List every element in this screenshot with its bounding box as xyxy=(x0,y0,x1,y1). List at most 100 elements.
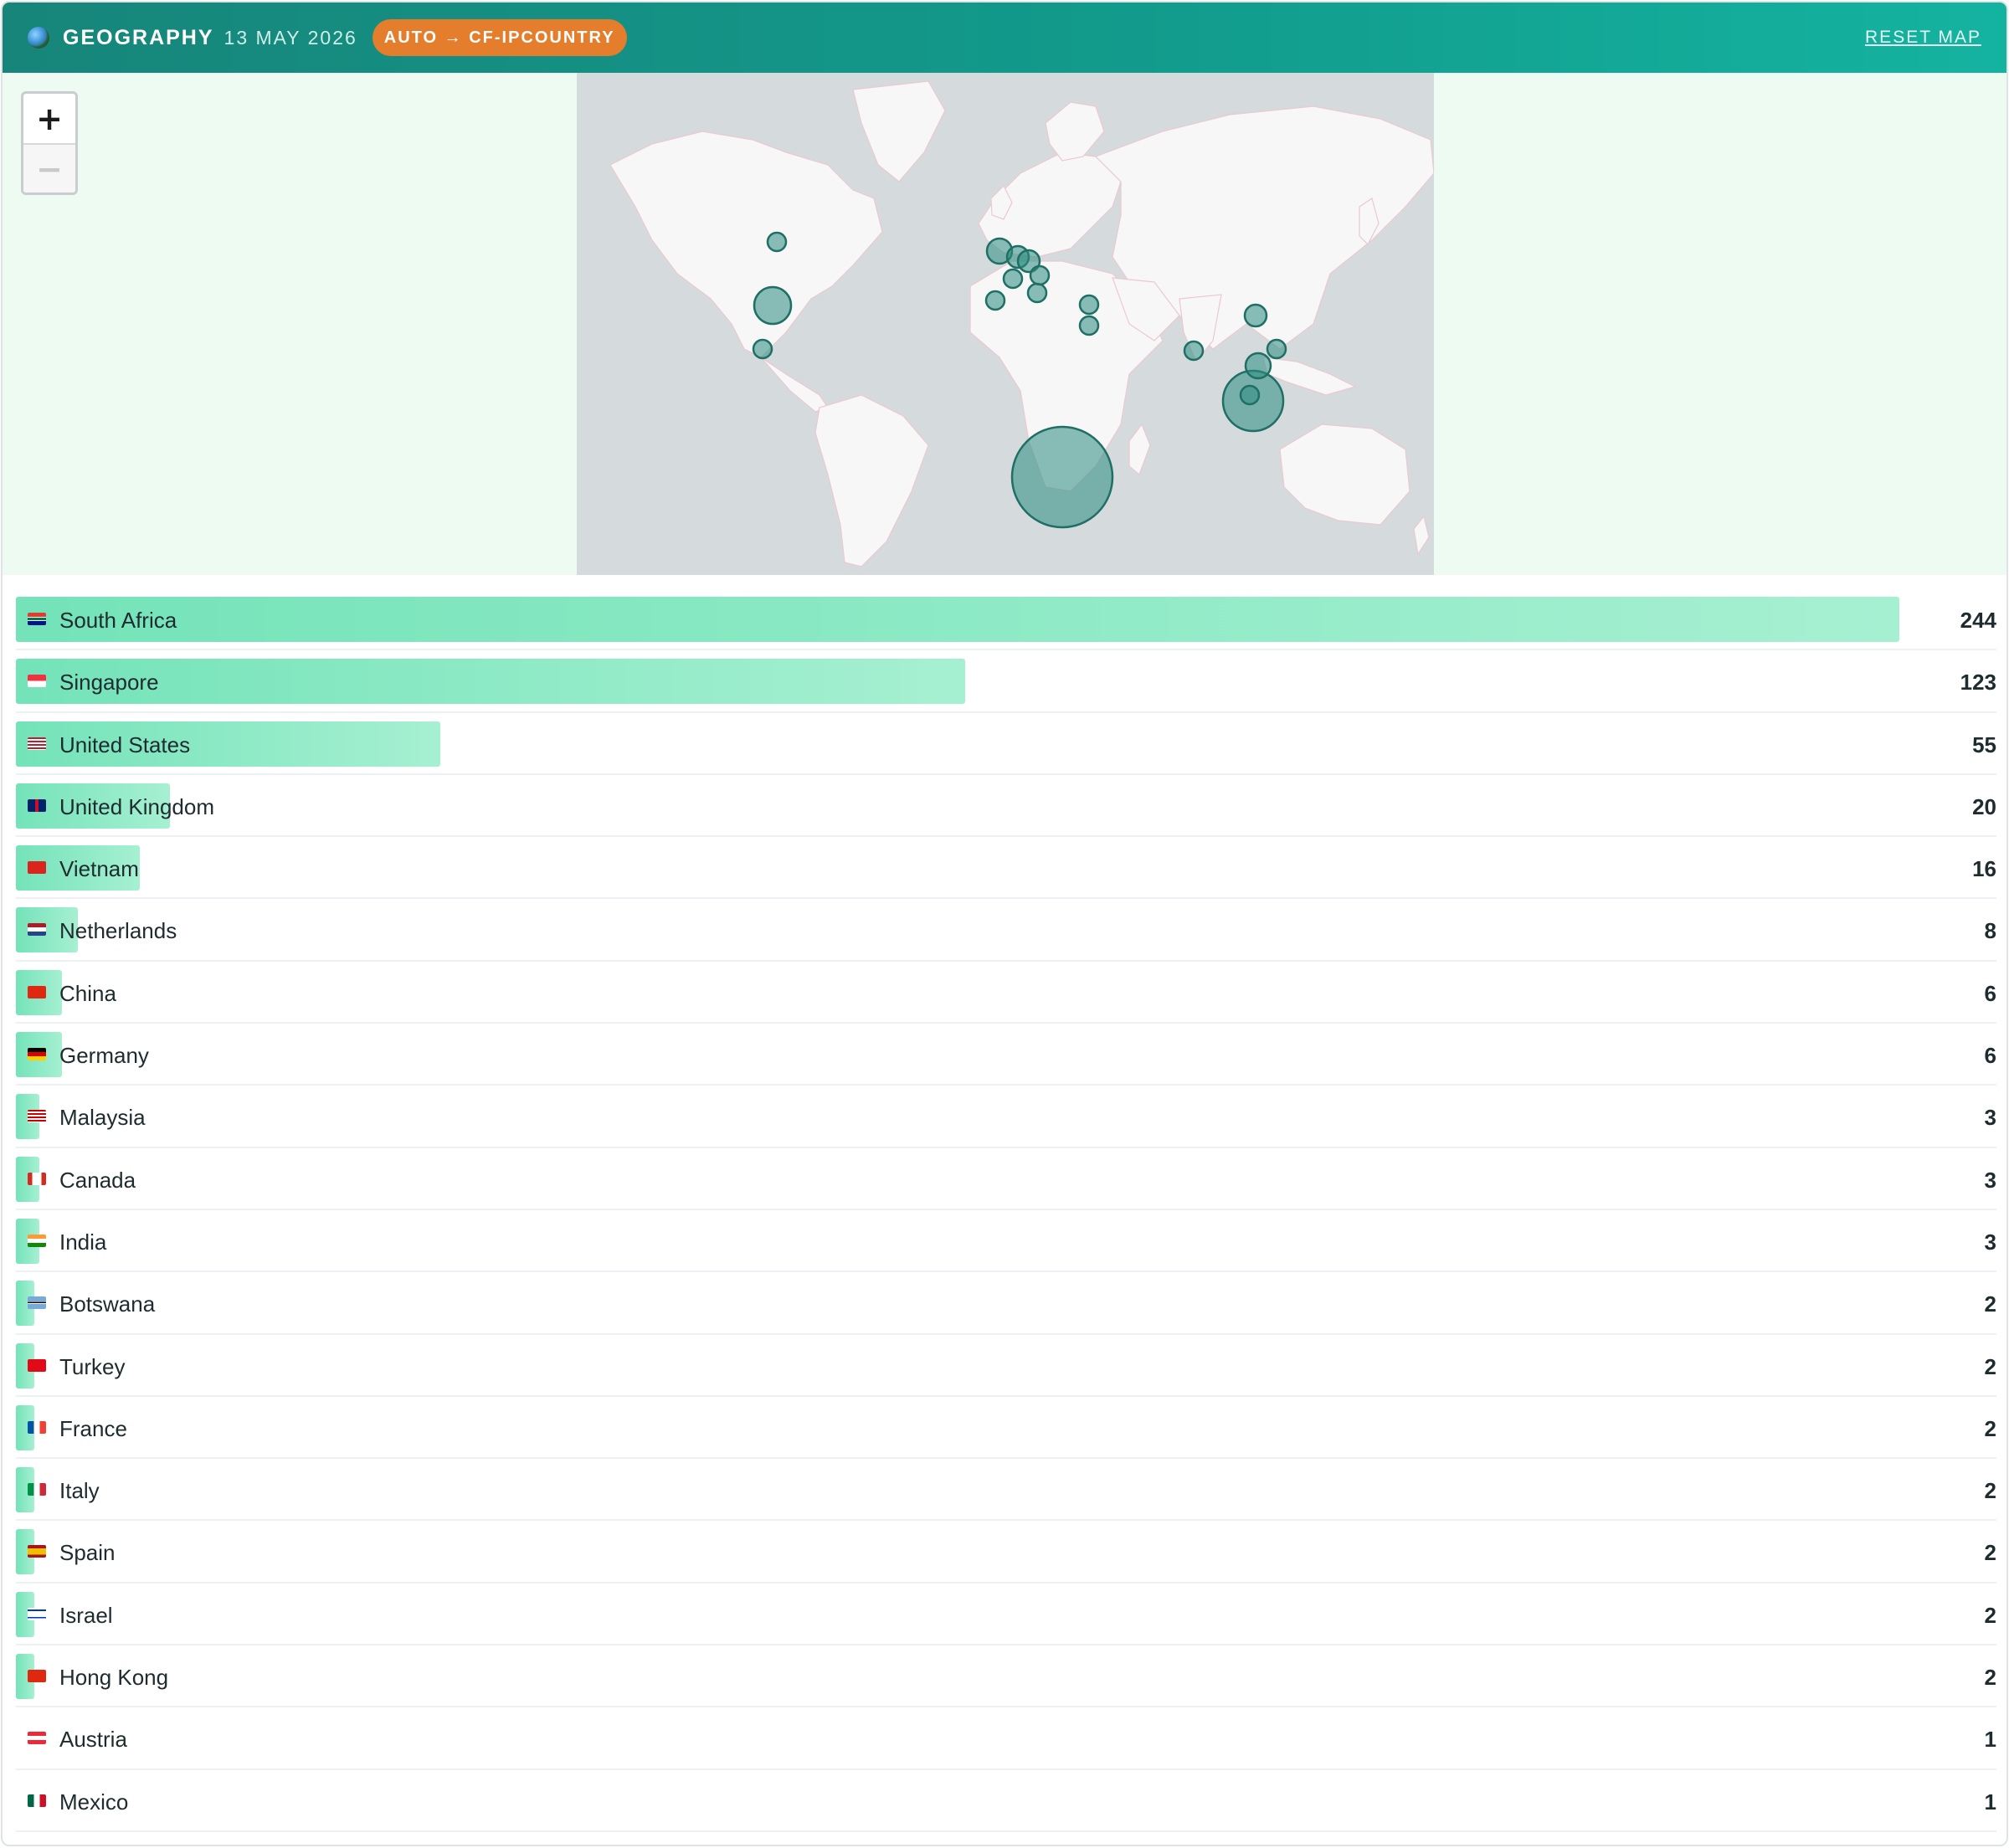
country-count: 2 xyxy=(1984,1665,1996,1691)
country-count: 6 xyxy=(1984,980,1996,1006)
country-count: 1 xyxy=(1984,1789,1996,1815)
country-name: South Africa xyxy=(59,608,177,633)
country-count: 3 xyxy=(1984,1167,1996,1193)
country-name: Malaysia xyxy=(59,1105,146,1131)
country-name: Vietnam xyxy=(59,856,139,882)
country-row[interactable]: Vietnam 16 xyxy=(16,837,1996,900)
country-row[interactable]: Turkey 2 xyxy=(16,1335,1996,1397)
flag-fr-icon xyxy=(28,1420,46,1434)
reset-map-link[interactable]: RESET MAP xyxy=(1865,28,1981,48)
geography-panel: GEOGRAPHY 13 MAY 2026 AUTO → CF-IPCOUNTR… xyxy=(1,1,2008,1846)
world-map[interactable] xyxy=(577,73,1434,575)
country-count: 2 xyxy=(1984,1415,1996,1441)
bubble-vietnam[interactable] xyxy=(1244,352,1272,380)
country-count: 20 xyxy=(1972,793,1996,819)
country-name: Singapore xyxy=(59,670,159,696)
zoom-control: + − xyxy=(21,91,78,195)
flag-za-icon xyxy=(28,613,46,625)
country-count: 2 xyxy=(1984,1540,1996,1566)
country-count: 3 xyxy=(1984,1105,1996,1131)
flag-us-icon xyxy=(28,737,46,750)
flag-es-icon xyxy=(28,1545,46,1558)
country-row[interactable]: India 3 xyxy=(16,1210,1996,1273)
flag-sg-icon xyxy=(28,675,46,688)
country-name: Botswana xyxy=(59,1291,156,1317)
flag-nl-icon xyxy=(28,923,46,937)
country-row[interactable]: France 2 xyxy=(16,1397,1996,1460)
country-row[interactable]: United States 55 xyxy=(16,713,1996,775)
zoom-out-button[interactable]: − xyxy=(23,143,75,192)
bubble-austria[interactable] xyxy=(1029,264,1051,286)
flag-in-icon xyxy=(28,1234,46,1247)
country-row[interactable]: Mexico 1 xyxy=(16,1770,1996,1832)
country-row[interactable]: United Kingdom 20 xyxy=(16,775,1996,838)
country-name: Netherlands xyxy=(59,918,177,944)
country-name: Italy xyxy=(59,1478,100,1504)
country-name: United States xyxy=(59,732,191,757)
bubble-spain[interactable] xyxy=(984,290,1006,311)
bubble-china[interactable] xyxy=(1243,303,1268,328)
country-name: Mexico xyxy=(59,1789,129,1815)
country-row[interactable]: Germany 6 xyxy=(16,1024,1996,1086)
country-row[interactable]: Canada 3 xyxy=(16,1148,1996,1210)
bubble-south-africa[interactable] xyxy=(1010,425,1114,529)
flag-my-icon xyxy=(28,1110,46,1123)
country-row[interactable]: Singapore 123 xyxy=(16,650,1996,713)
country-name: Austria xyxy=(59,1727,127,1753)
country-row[interactable]: Hong Kong 2 xyxy=(16,1645,1996,1708)
flag-tr-icon xyxy=(28,1358,46,1372)
country-row[interactable]: Israel 2 xyxy=(16,1584,1996,1646)
country-row[interactable]: Austria 1 xyxy=(16,1707,1996,1770)
bubble-hong-kong[interactable] xyxy=(1266,338,1287,360)
flag-hk-icon xyxy=(28,1670,46,1683)
panel-title: GEOGRAPHY xyxy=(63,25,214,49)
bubble-italy[interactable] xyxy=(1026,282,1048,304)
country-row[interactable]: Netherlands 8 xyxy=(16,899,1996,962)
flag-mx-icon xyxy=(28,1794,46,1807)
country-name: Israel xyxy=(59,1602,113,1628)
flag-ca-icon xyxy=(28,1172,46,1185)
country-count: 3 xyxy=(1984,1229,1996,1255)
country-name: India xyxy=(59,1229,107,1255)
flag-gb-icon xyxy=(28,798,46,812)
panel-header: GEOGRAPHY 13 MAY 2026 AUTO → CF-IPCOUNTR… xyxy=(3,3,2006,73)
flag-cn-icon xyxy=(28,985,46,998)
country-name: China xyxy=(59,980,116,1006)
country-row[interactable]: South Africa 244 xyxy=(16,588,1996,651)
country-row[interactable]: Spain 2 xyxy=(16,1521,1996,1584)
flag-it-icon xyxy=(28,1483,46,1496)
bubble-canada[interactable] xyxy=(766,231,788,253)
country-name: Spain xyxy=(59,1540,116,1566)
source-badge: AUTO → CF-IPCOUNTRY xyxy=(372,19,627,56)
bubble-india[interactable] xyxy=(1183,340,1205,362)
country-list: South Africa 244 Singapore 123 United States… xyxy=(16,588,1996,1832)
flag-vn-icon xyxy=(28,861,46,875)
bubble-turkey[interactable] xyxy=(1078,294,1100,316)
country-count: 1 xyxy=(1984,1727,1996,1753)
country-count: 8 xyxy=(1984,918,1996,944)
bubble-united-states[interactable] xyxy=(753,285,793,326)
bubble-mexico[interactable] xyxy=(752,338,773,360)
country-name: France xyxy=(59,1415,127,1441)
country-name: Germany xyxy=(59,1043,149,1069)
country-row[interactable]: Botswana 2 xyxy=(16,1272,1996,1335)
bubble-malaysia[interactable] xyxy=(1239,384,1261,406)
country-count: 2 xyxy=(1984,1602,1996,1628)
country-count: 2 xyxy=(1984,1291,1996,1317)
country-name: Turkey xyxy=(59,1353,126,1379)
map-container[interactable]: + − xyxy=(3,73,2006,575)
country-count: 2 xyxy=(1984,1353,1996,1379)
flag-de-icon xyxy=(28,1048,46,1061)
country-row[interactable]: Malaysia 3 xyxy=(16,1086,1996,1148)
zoom-in-button[interactable]: + xyxy=(23,94,75,143)
country-name: Hong Kong xyxy=(59,1665,169,1691)
bubble-france[interactable] xyxy=(1002,268,1024,290)
country-row[interactable]: Italy 2 xyxy=(16,1459,1996,1522)
country-row[interactable]: China 6 xyxy=(16,962,1996,1024)
globe-icon xyxy=(28,27,49,49)
country-count: 2 xyxy=(1984,1478,1996,1504)
flag-at-icon xyxy=(28,1732,46,1745)
bubble-israel[interactable] xyxy=(1078,315,1100,336)
count-bar xyxy=(16,597,1899,642)
country-count: 123 xyxy=(1960,670,1996,696)
